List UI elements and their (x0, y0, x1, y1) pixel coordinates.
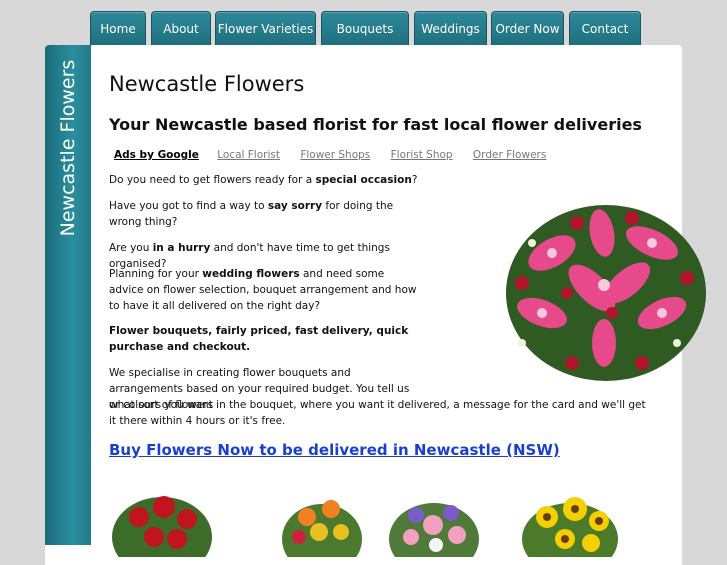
ad-link-flower-shops[interactable]: Flower Shops (300, 149, 370, 161)
ad-link-local-florist[interactable]: Local Florist (217, 149, 280, 161)
ad-link-florist-shop[interactable]: Florist Shop (391, 149, 453, 161)
tab-home[interactable]: Home (90, 11, 146, 45)
lily-bouquet-image (506, 205, 706, 381)
paragraph-specialise-b: or colours you want in the bouquet, wher… (109, 399, 646, 427)
mixed-pastel-bouquet-image (381, 477, 487, 557)
main-navigation: Home About Flower Varieties Bouquets Wed… (0, 11, 727, 45)
tab-bouquets[interactable]: Bouquets (321, 11, 409, 45)
sidebar: Newcastle Flowers (45, 45, 91, 545)
paragraph-say-sorry: Have you got to find a way to say sorry … (109, 200, 394, 228)
tab-weddings[interactable]: Weddings (414, 11, 487, 45)
content-container: Newcastle Flowers Newcastle Flowers Your… (45, 45, 706, 565)
paragraph-wedding-flowers: Planning for your wedding flowers and ne… (109, 268, 417, 312)
buy-flowers-link[interactable]: Buy Flowers Now to be delivered in Newca… (109, 441, 560, 459)
tab-flower-varieties[interactable]: Flower Varieties (215, 11, 316, 45)
paragraph-special-occasion: Do you need to get flowers ready for a s… (109, 174, 418, 186)
ads-by-google-label[interactable]: Ads by Google (114, 149, 199, 161)
tab-order-now[interactable]: Order Now (491, 11, 564, 45)
page-title: Newcastle Flowers (109, 72, 305, 96)
google-ads-bar: Ads by Google Local Florist Flower Shops… (114, 149, 563, 161)
paragraph-pricing: Flower bouquets, fairly priced, fast del… (109, 325, 409, 353)
gerbera-bouquet-image (269, 477, 375, 557)
red-roses-bouquet-image (109, 477, 215, 557)
tab-contact[interactable]: Contact (569, 11, 641, 45)
sunflower-bouquet-image (517, 477, 623, 557)
page-tagline: Your Newcastle based florist for fast lo… (109, 115, 642, 134)
tab-about[interactable]: About (151, 11, 211, 45)
sidebar-title: Newcastle Flowers (57, 59, 79, 237)
ad-link-order-flowers[interactable]: Order Flowers (473, 149, 546, 161)
